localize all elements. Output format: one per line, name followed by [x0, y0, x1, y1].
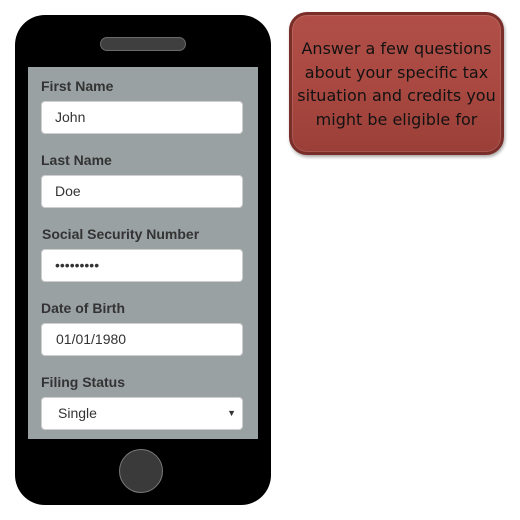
filing-status-label: Filing Status	[41, 374, 125, 390]
phone-screen: First Name John Last Name Doe Social Sec…	[28, 67, 258, 439]
callout-box: Answer a few questions about your specif…	[289, 12, 504, 155]
phone-mockup: First Name John Last Name Doe Social Sec…	[15, 15, 271, 505]
last-name-label: Last Name	[41, 152, 112, 168]
dob-label: Date of Birth	[41, 300, 125, 316]
dob-input[interactable]: 01/01/1980	[41, 323, 243, 356]
last-name-input[interactable]: Doe	[41, 175, 243, 208]
home-button[interactable]	[119, 449, 163, 493]
ssn-label: Social Security Number	[42, 226, 200, 242]
chevron-down-icon: ▼	[227, 408, 236, 418]
phone-speaker	[100, 37, 186, 51]
first-name-label: First Name	[41, 78, 114, 94]
first-name-input[interactable]: John	[41, 101, 243, 134]
filing-status-value: Single	[58, 405, 97, 421]
ssn-input[interactable]: •••••••••	[41, 249, 243, 282]
filing-status-select[interactable]: Single ▼	[41, 397, 243, 430]
callout-text: Answer a few questions about your specif…	[297, 39, 496, 129]
